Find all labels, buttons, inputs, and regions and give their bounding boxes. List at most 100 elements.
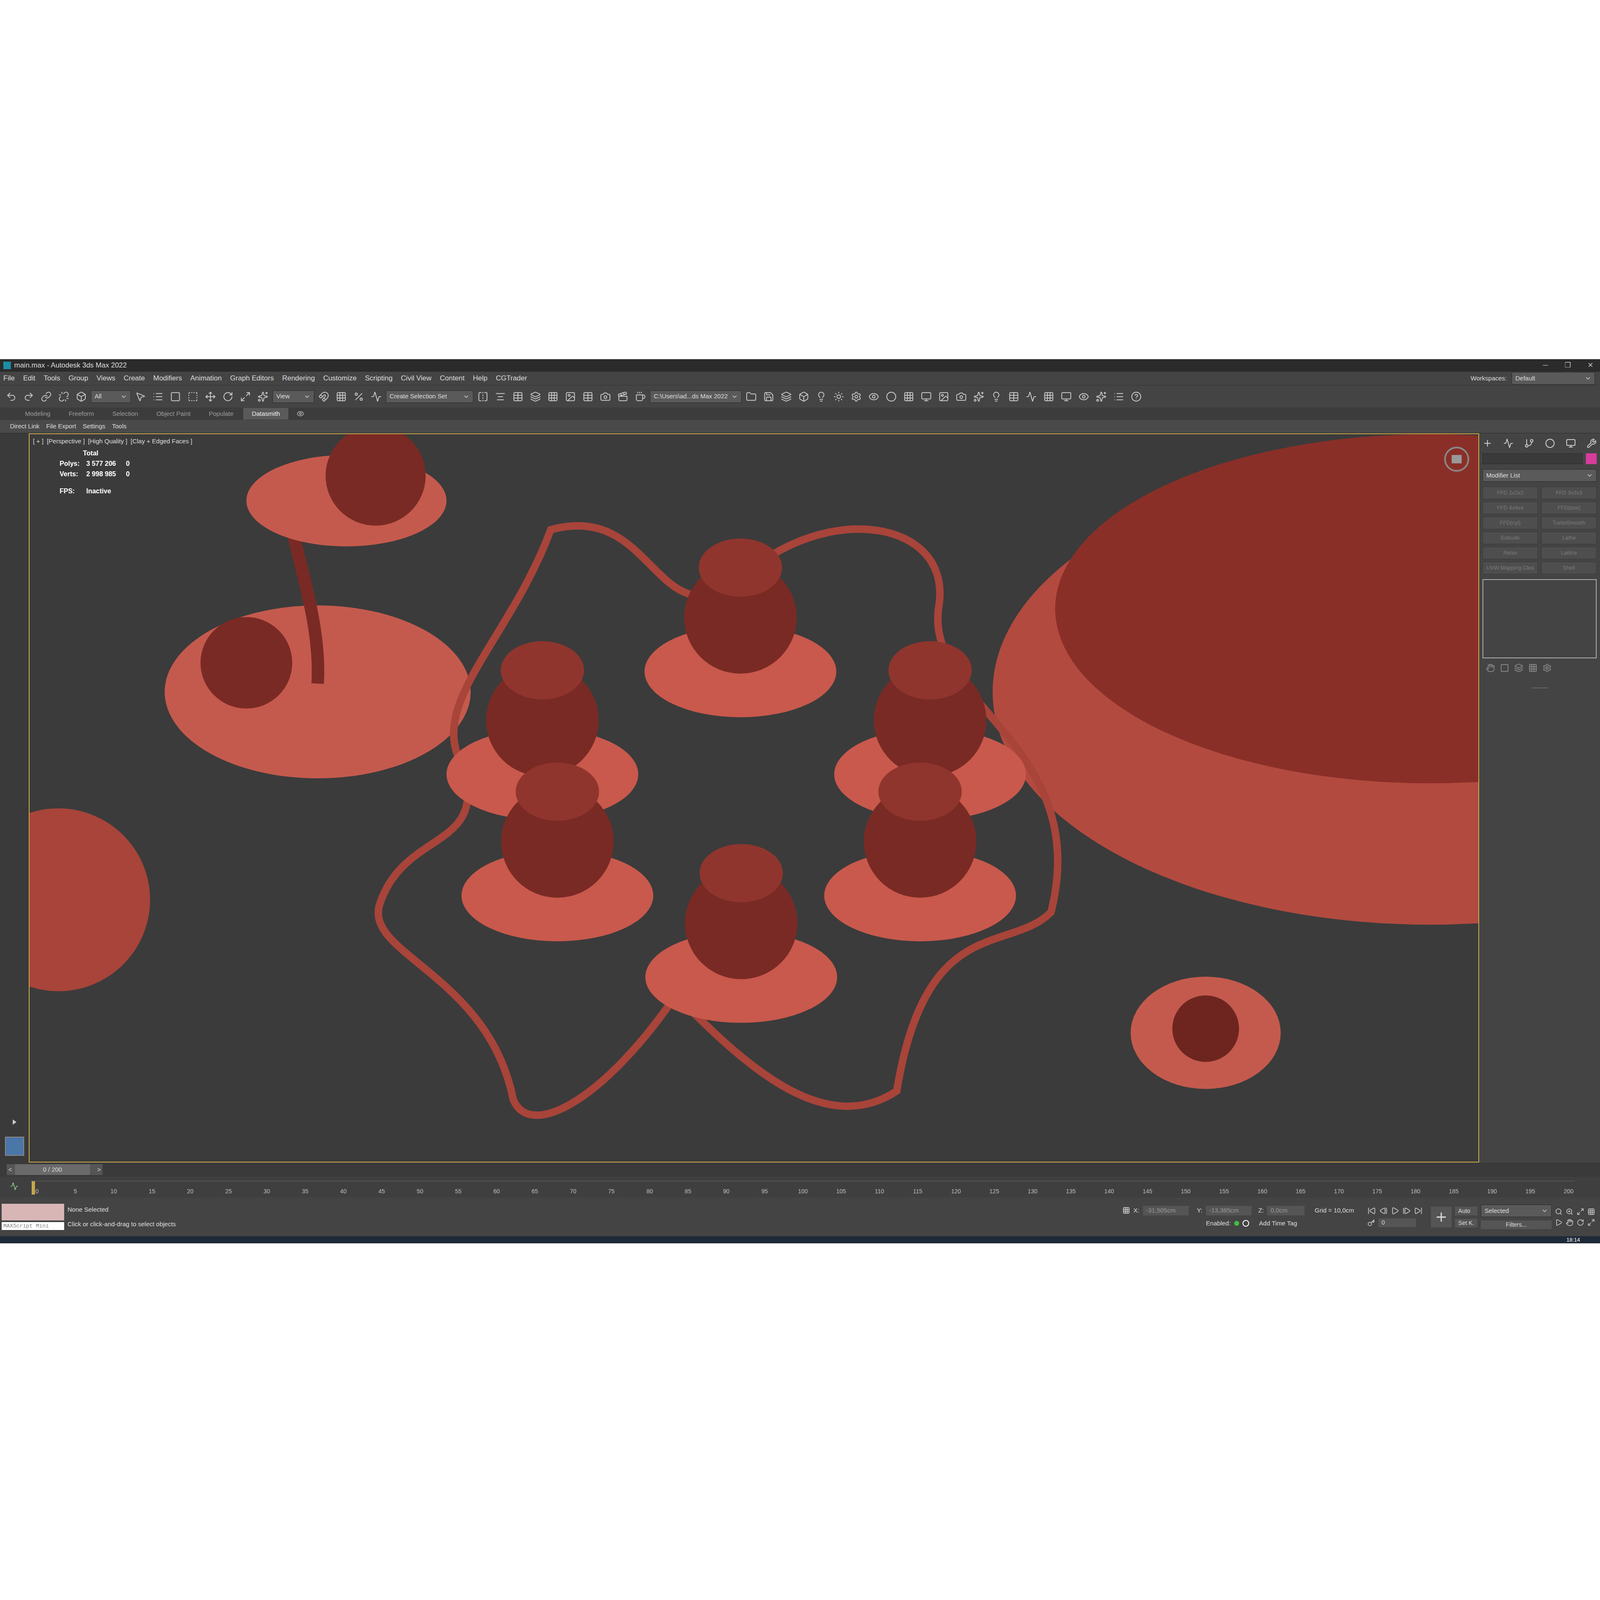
modifier-button[interactable]: UVW Mapping Clea bbox=[1482, 561, 1538, 575]
modifier-button[interactable]: FFD 3x3x3 bbox=[1541, 486, 1597, 500]
coord-x[interactable]: -31,505cm bbox=[1142, 1205, 1189, 1216]
command-tab-icon[interactable] bbox=[1503, 438, 1514, 449]
datasmith-tool[interactable]: Settings bbox=[82, 421, 106, 432]
toolbar-button[interactable] bbox=[368, 388, 385, 405]
toolbar-button[interactable] bbox=[848, 388, 865, 405]
datasmith-tool[interactable]: Tools bbox=[112, 421, 127, 432]
ribbon-options-icon[interactable] bbox=[296, 410, 305, 418]
playback-icon[interactable] bbox=[1414, 1206, 1423, 1215]
toolbar-button[interactable] bbox=[1110, 388, 1127, 405]
datasmith-tool[interactable]: File Export bbox=[46, 421, 77, 432]
toolbar-button[interactable] bbox=[597, 388, 614, 405]
stack-tool-icon[interactable] bbox=[1542, 663, 1552, 673]
viewport-label[interactable]: [High Quality ] bbox=[87, 436, 128, 447]
nav-icon[interactable] bbox=[1576, 1207, 1585, 1216]
viewport[interactable]: [ + ][Perspective ][High Quality ][Clay … bbox=[28, 433, 1480, 1163]
toolbar-button[interactable] bbox=[615, 388, 631, 405]
time-tag-button[interactable]: Add Time Tag bbox=[1259, 1218, 1298, 1229]
ribbon-tab[interactable]: Selection bbox=[104, 407, 147, 420]
toolbar-button[interactable] bbox=[795, 388, 812, 405]
set-key-button[interactable]: Set K. bbox=[1455, 1218, 1478, 1228]
expand-arrow-icon[interactable] bbox=[10, 1117, 20, 1127]
toolbar-button[interactable] bbox=[918, 388, 935, 405]
toolbar-button[interactable] bbox=[865, 388, 882, 405]
time-slider-thumb[interactable]: 0 / 200 bbox=[15, 1164, 90, 1175]
ribbon-tab[interactable]: Populate bbox=[200, 407, 242, 420]
menu-item[interactable]: Rendering bbox=[282, 372, 315, 384]
toolbar-button[interactable] bbox=[760, 388, 777, 405]
toolbar-button[interactable] bbox=[315, 388, 332, 405]
ribbon-tab[interactable]: Object Paint bbox=[147, 407, 199, 420]
modifier-stack[interactable] bbox=[1482, 579, 1597, 659]
toolbar-button[interactable] bbox=[830, 388, 847, 405]
modifier-button[interactable]: Shell bbox=[1541, 561, 1597, 575]
viewport-label[interactable]: [Perspective ] bbox=[46, 436, 85, 447]
toolbar-button[interactable] bbox=[1058, 388, 1075, 405]
playback-icon[interactable] bbox=[1367, 1206, 1376, 1215]
ribbon-tab[interactable]: Freeform bbox=[60, 407, 103, 420]
stack-tool-icon[interactable] bbox=[1514, 663, 1524, 673]
ribbon-tab[interactable]: Modeling bbox=[16, 407, 59, 420]
nav-icon[interactable] bbox=[1565, 1218, 1574, 1227]
toolbar-button[interactable] bbox=[132, 388, 149, 405]
toolbar-button[interactable] bbox=[202, 388, 219, 405]
time-next[interactable]: > bbox=[97, 1165, 101, 1175]
key-filter-dropdown[interactable]: Selected bbox=[1480, 1204, 1552, 1218]
modifier-button[interactable]: Lattice bbox=[1541, 546, 1597, 560]
window-control[interactable]: ✕ bbox=[1587, 360, 1594, 371]
modifier-button[interactable]: FFD(cyl) bbox=[1482, 516, 1538, 530]
stack-tool-icon[interactable] bbox=[1500, 663, 1510, 673]
command-tab-icon[interactable] bbox=[1545, 438, 1555, 449]
command-tab-icon[interactable] bbox=[1482, 438, 1493, 449]
nav-icon[interactable] bbox=[1565, 1207, 1574, 1216]
viewport-layout-tab[interactable] bbox=[5, 1136, 25, 1156]
filters-button[interactable]: Filters... bbox=[1480, 1220, 1552, 1230]
toolbar-button[interactable] bbox=[1128, 388, 1145, 405]
lock-icon[interactable] bbox=[1122, 1206, 1130, 1215]
modifier-button[interactable]: Extrude bbox=[1482, 531, 1538, 545]
toolbar-button[interactable] bbox=[333, 388, 350, 405]
toolbar-button[interactable] bbox=[20, 388, 37, 405]
menu-item[interactable]: Views bbox=[96, 372, 116, 384]
frame-field[interactable]: 0 bbox=[1378, 1218, 1416, 1228]
toolbar-button[interactable] bbox=[1040, 388, 1057, 405]
toolbar-button[interactable] bbox=[1075, 388, 1092, 405]
set-key-big-button[interactable] bbox=[1430, 1206, 1452, 1228]
command-tab-icon[interactable] bbox=[1524, 438, 1535, 449]
reference-coord-dropdown[interactable]: View bbox=[272, 390, 315, 403]
viewport-label[interactable]: [ + ] bbox=[32, 436, 44, 447]
modifier-list-dropdown[interactable]: Modifier List bbox=[1482, 469, 1597, 482]
toolbar-button[interactable] bbox=[185, 388, 201, 405]
toolbar-button[interactable] bbox=[55, 388, 72, 405]
modifier-button[interactable]: TurboSmooth bbox=[1541, 516, 1597, 530]
toolbar-button[interactable] bbox=[545, 388, 561, 405]
project-path-dropdown[interactable]: C:\Users\ad...ds Max 2022 bbox=[650, 390, 742, 403]
menu-item[interactable]: Edit bbox=[22, 372, 35, 384]
command-tab-icon[interactable] bbox=[1586, 438, 1597, 449]
nav-icon[interactable] bbox=[1587, 1207, 1595, 1216]
selection-set-dropdown[interactable]: Create Selection Set bbox=[385, 390, 474, 403]
menu-item[interactable]: Content bbox=[439, 372, 465, 384]
menu-item[interactable]: File bbox=[3, 372, 15, 384]
toolbar-button[interactable] bbox=[220, 388, 236, 405]
toolbar-button[interactable] bbox=[510, 388, 526, 405]
selection-filter-dropdown[interactable]: All bbox=[90, 390, 131, 403]
nav-icon[interactable] bbox=[1587, 1218, 1595, 1227]
toolbar-button[interactable] bbox=[237, 388, 254, 405]
menu-item[interactable]: Modifiers bbox=[153, 372, 183, 384]
toolbar-button[interactable] bbox=[743, 388, 760, 405]
toolbar-button[interactable] bbox=[350, 388, 367, 405]
toolbar-button[interactable] bbox=[580, 388, 596, 405]
modifier-button[interactable]: Lathe bbox=[1541, 531, 1597, 545]
toolbar-button[interactable] bbox=[778, 388, 795, 405]
enabled-toggle[interactable] bbox=[1242, 1220, 1250, 1227]
playback-icon[interactable] bbox=[1379, 1206, 1388, 1215]
toolbar-button[interactable] bbox=[1005, 388, 1022, 405]
curve-icon[interactable] bbox=[10, 1182, 19, 1191]
modifier-button[interactable]: FFD 4x4x4 bbox=[1482, 501, 1538, 515]
menu-item[interactable]: Animation bbox=[190, 372, 223, 384]
toolbar-button[interactable] bbox=[255, 388, 271, 405]
nav-icon[interactable] bbox=[1555, 1218, 1563, 1227]
toolbar-button[interactable] bbox=[970, 388, 987, 405]
toolbar-button[interactable] bbox=[988, 388, 1005, 405]
